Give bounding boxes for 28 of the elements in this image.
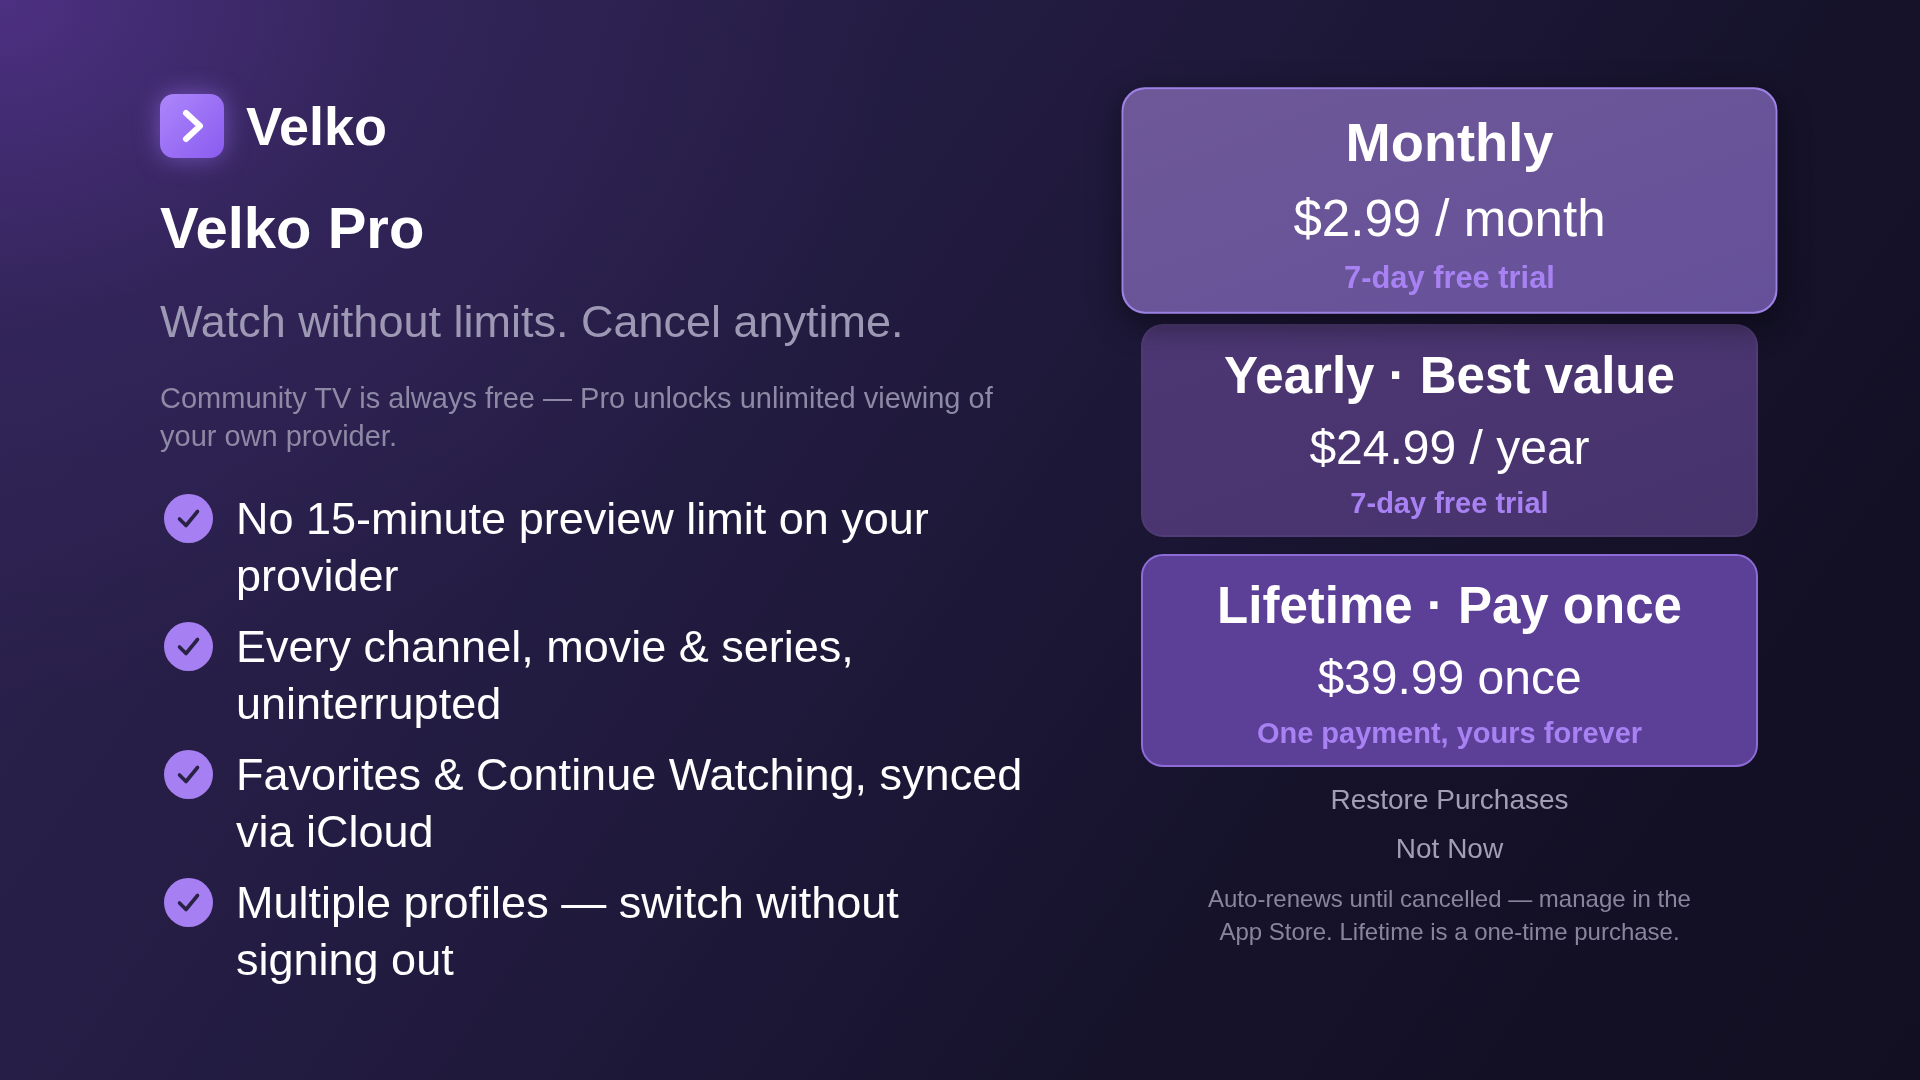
- plan-card[interactable]: Monthly $2.99 / month 7-day free trial: [1121, 87, 1778, 314]
- restore-purchases-button[interactable]: Restore Purchases: [1306, 776, 1593, 824]
- check-icon: [164, 494, 213, 543]
- feature-text: Multiple profiles — switch without signing out: [236, 876, 900, 987]
- plan-card[interactable]: Yearly · Best value $24.99 / year 7-day free trial: [1141, 324, 1758, 537]
- plan-note: One payment, yours forever: [1256, 716, 1643, 750]
- plan-card[interactable]: Lifetime · Pay once $39.99 once One payment, yours forever: [1141, 554, 1758, 767]
- description: Community TV is always free — Pro unlocks unlimited viewing of your own provider.: [160, 381, 994, 454]
- not-now-button[interactable]: Not Now: [1371, 825, 1528, 873]
- feature-text: No 15-minute preview limit on your provider: [236, 492, 930, 603]
- page-title: Velko Pro: [160, 194, 425, 261]
- brand-name: Velko: [246, 95, 388, 158]
- plan-note: 7-day free trial: [1350, 486, 1549, 520]
- plan-name: Yearly · Best value: [1224, 346, 1675, 406]
- plan-price: $2.99 / month: [1293, 189, 1606, 249]
- plan-name: Lifetime · Pay once: [1217, 576, 1682, 636]
- feature-text: Favorites & Continue Watching, synced via iCloud: [236, 748, 1024, 859]
- check-icon: [164, 878, 213, 927]
- renewal-note: Auto-renews until cancelled — manage in the App Store. Lifetime is a one-time purchase.: [1207, 884, 1692, 947]
- tagline: Watch without limits. Cancel anytime.: [160, 295, 904, 349]
- plan-note: 7-day free trial: [1344, 259, 1555, 296]
- check-icon: [164, 750, 213, 799]
- plan-price: $24.99 / year: [1309, 420, 1590, 476]
- plan-price: $39.99 once: [1317, 650, 1582, 706]
- check-icon: [164, 622, 213, 671]
- plan-name: Monthly: [1345, 110, 1554, 175]
- feature-text: Every channel, movie & series, uninterrupted: [236, 620, 855, 731]
- app-logo-icon: [160, 94, 224, 158]
